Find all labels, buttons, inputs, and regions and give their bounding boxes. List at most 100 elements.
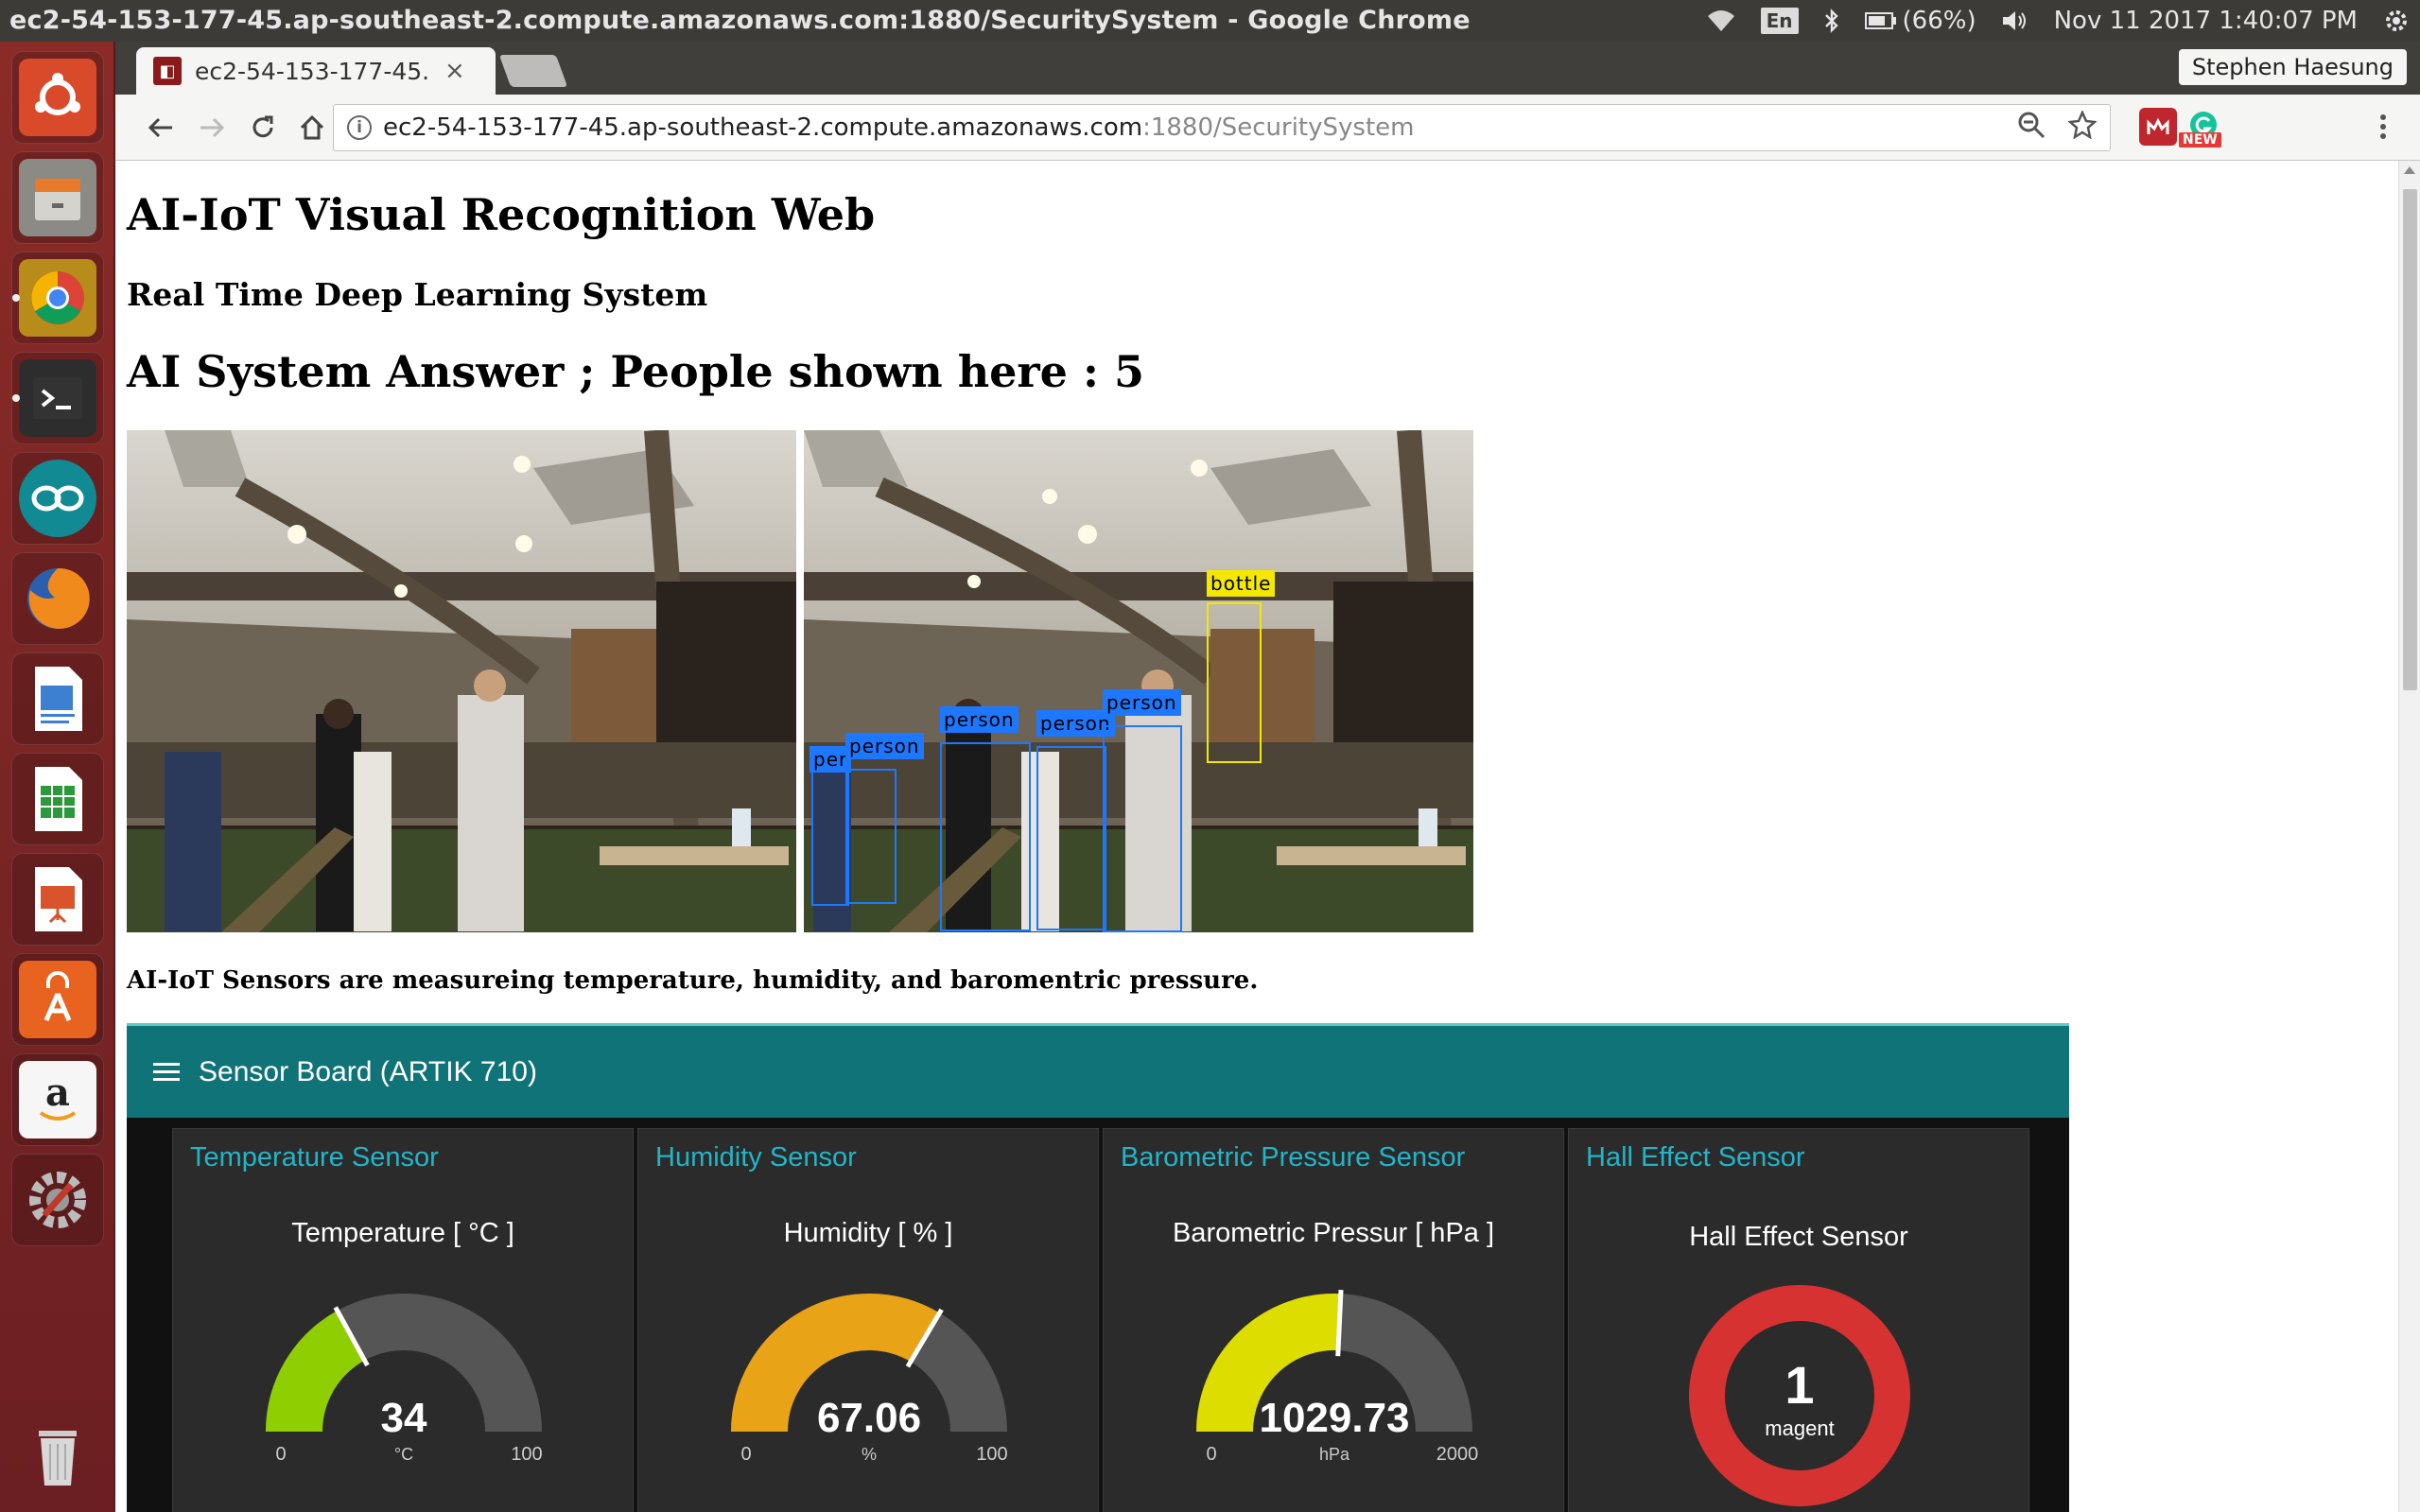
extension-grammarly-icon[interactable]: NEW [2179, 108, 2222, 148]
document-icon [19, 660, 96, 738]
card-title: Barometric Pressure Sensor [1121, 1142, 1466, 1173]
arduino-launcher[interactable] [11, 452, 104, 545]
bookmark-star-icon[interactable] [2067, 109, 2098, 147]
gauge-unit: °C [394, 1445, 413, 1464]
volume-icon[interactable] [2001, 9, 2029, 33]
sensor-description: AI-IoT Sensors are measureing temperatur… [127, 966, 1259, 995]
address-bar[interactable]: i ec2-54-153-177-45.ap-southeast-2.compu… [333, 104, 2111, 151]
donut-gauge: 1 magent [1689, 1285, 1910, 1506]
card-pressure: Barometric Pressure Sensor Barometric Pr… [1103, 1128, 1564, 1512]
tab-close-icon[interactable]: × [444, 57, 465, 85]
shopping-bag-icon [19, 961, 96, 1038]
page-scrollbar[interactable] [2398, 161, 2420, 1512]
tab-active[interactable]: ◧ ec2-54-153-177-45. × [136, 47, 496, 95]
new-tab-button[interactable] [498, 55, 568, 87]
spreadsheet-icon [19, 760, 96, 838]
keyboard-language-indicator[interactable]: En [1760, 8, 1799, 34]
bluetooth-icon[interactable] [1823, 8, 1840, 34]
settings-gear-icon [19, 1161, 96, 1239]
detection-label: person [940, 706, 1018, 733]
donut-value: 1 [1785, 1355, 1814, 1415]
url-host: ec2-54-153-177-45.ap-southeast-2.compute… [383, 113, 1143, 142]
card-title: Temperature Sensor [190, 1142, 439, 1173]
card-humidity: Humidity Sensor Humidity [ % ] 67.06 % 0… [637, 1128, 1099, 1512]
detection-box [811, 752, 849, 906]
gauge: 1029.73 hPa 0 2000 [1196, 1290, 1479, 1465]
detection-label-bottle: bottle [1207, 570, 1276, 597]
browser-chrome: ◧ ec2-54-153-177-45. × Stephen Haesung i… [115, 42, 2420, 161]
scrollbar-thumb[interactable] [2403, 189, 2417, 690]
url-path: :1880/SecuritySystem [1142, 113, 1415, 142]
card-title: Humidity Sensor [655, 1142, 857, 1173]
site-info-icon[interactable]: i [347, 115, 372, 140]
ubuntu-dash-launcher[interactable] [11, 51, 104, 144]
extension-red-icon[interactable] [2139, 108, 2177, 146]
files-launcher[interactable] [11, 151, 104, 244]
battery-percent: (66%) [1902, 7, 1976, 35]
detection-box [845, 769, 897, 904]
donut-label: Hall Effect Sensor [1689, 1222, 1908, 1252]
software-center-launcher[interactable] [11, 953, 104, 1046]
forward-arrow-icon[interactable] [191, 107, 233, 148]
amazon-icon: a [19, 1061, 96, 1138]
home-icon[interactable] [291, 107, 333, 148]
system-tray: En (66%) Nov 11 2017 1:40:07 PM [1706, 0, 2411, 42]
svg-text:a: a [45, 1071, 70, 1115]
terminal-launcher[interactable] [11, 352, 104, 444]
camera-image-detections: per person person person person bottle [804, 430, 1473, 932]
tab-strip: ◧ ec2-54-153-177-45. × Stephen Haesung [115, 42, 2420, 95]
presentation-icon [19, 860, 96, 938]
gauge-unit: hPa [1319, 1445, 1350, 1464]
wifi-icon[interactable] [1706, 9, 1736, 33]
gauge-min: 0 [1206, 1444, 1216, 1465]
gauge-label: Temperature [ °C ] [291, 1218, 514, 1248]
gauge: 67.06 % 0 100 [731, 1294, 1008, 1465]
detection-box-bottle [1207, 602, 1262, 763]
writer-launcher[interactable] [11, 652, 104, 745]
gauge-min: 0 [275, 1444, 286, 1465]
trash-launcher[interactable] [11, 1409, 104, 1502]
firefox-icon [19, 560, 96, 637]
gauge-max: 2000 [1436, 1444, 1479, 1465]
gear-icon[interactable] [2382, 7, 2411, 35]
battery-indicator[interactable]: (66%) [1864, 7, 1976, 35]
system-settings-launcher[interactable] [11, 1154, 104, 1246]
file-cabinet-icon [19, 159, 96, 236]
scroll-up-arrow-icon[interactable] [2404, 166, 2415, 174]
ai-answer-heading: AI System Answer ; People shown here : 5 [127, 346, 1144, 397]
page-subtitle: Real Time Deep Learning System [127, 276, 708, 313]
web-page: AI-IoT Visual Recognition Web Real Time … [115, 161, 2398, 1512]
node-red-favicon-icon: ◧ [153, 57, 182, 85]
dashboard-title: Sensor Board (ARTIK 710) [199, 1055, 537, 1087]
camera-image-original [127, 430, 796, 932]
tab-title: ec2-54-153-177-45. [195, 57, 430, 85]
window-top-bar: ec2-54-153-177-45.ap-southeast-2.compute… [0, 0, 2420, 42]
amazon-launcher[interactable]: a [11, 1053, 104, 1146]
clock[interactable]: Nov 11 2017 1:40:07 PM [2054, 7, 2358, 35]
page-title: AI-IoT Visual Recognition Web [127, 189, 876, 240]
hamburger-menu-icon[interactable] [153, 1063, 180, 1081]
detection-box [1036, 746, 1106, 930]
gauge-label: Barometric Pressur [ hPa ] [1172, 1218, 1495, 1248]
arduino-icon [19, 460, 96, 537]
chrome-launcher[interactable] [11, 252, 104, 344]
browser-menu-icon[interactable] [2364, 108, 2402, 146]
terminal-icon [19, 359, 96, 437]
browser-toolbar: i ec2-54-153-177-45.ap-southeast-2.compu… [115, 95, 2420, 161]
impress-launcher[interactable] [11, 853, 104, 946]
chrome-icon [19, 259, 96, 337]
profile-button[interactable]: Stephen Haesung [2178, 49, 2407, 85]
card-temperature: Temperature Sensor Temperature [ °C ] 34… [172, 1128, 634, 1512]
unity-launcher: a [0, 42, 115, 1512]
detection-box [1103, 725, 1182, 932]
zoom-icon[interactable] [2017, 111, 2046, 147]
gauge-max: 100 [511, 1444, 542, 1465]
reload-icon[interactable] [242, 107, 284, 148]
sensor-dashboard: Sensor Board (ARTIK 710) Temperature Sen… [127, 1023, 2069, 1512]
gauge-min: 0 [740, 1444, 751, 1465]
gauge-label: Humidity [ % ] [783, 1218, 953, 1248]
firefox-launcher[interactable] [11, 552, 104, 645]
calc-launcher[interactable] [11, 753, 104, 845]
window-title: ec2-54-153-177-45.ap-southeast-2.compute… [9, 6, 1471, 35]
back-arrow-icon[interactable] [140, 107, 182, 148]
